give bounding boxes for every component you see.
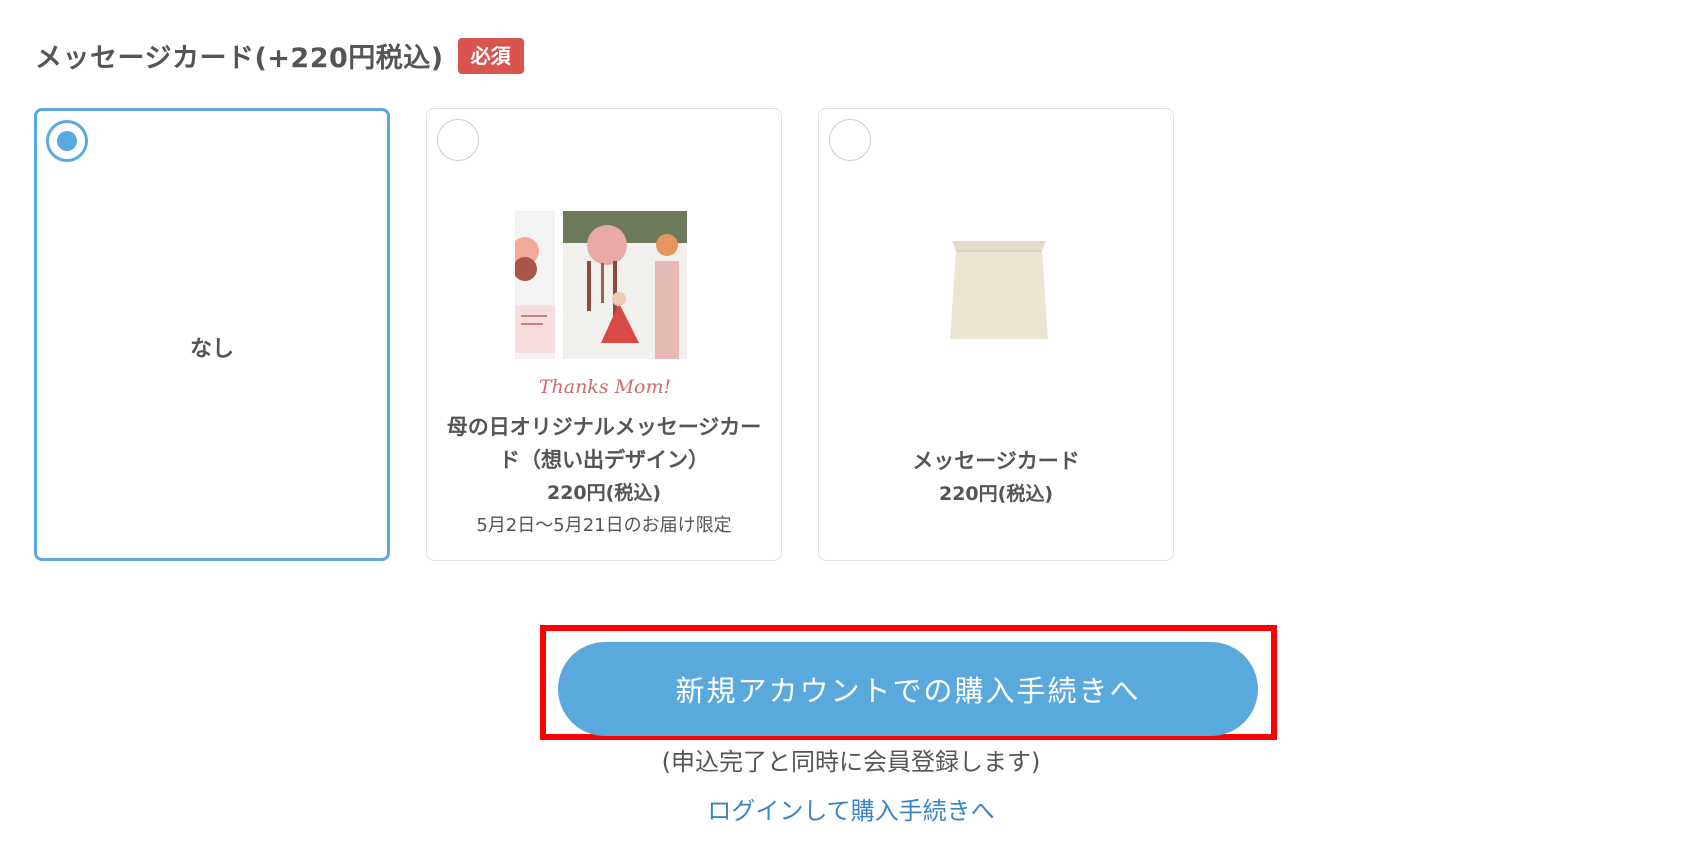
section-title: メッセージカード(+220円税込) <box>35 43 444 74</box>
signup-note: (申込完了と同時に会員登録します) <box>661 748 1041 776</box>
radio-message-card[interactable] <box>829 119 871 161</box>
new-account-purchase-button[interactable]: 新規アカウントでの購入手続きへ <box>558 642 1258 736</box>
option-body-mothers-day: 母の日オリジナルメッセージカー ド（想い出デザイン） 220円(税込) 5月2日… <box>427 411 781 543</box>
login-purchase-link-row: ログインして購入手続きへ <box>0 791 1702 826</box>
option-card-message-card[interactable]: メッセージカード 220円(税込) <box>818 108 1174 561</box>
option-name-line1: 母の日オリジナルメッセージカー <box>446 415 762 439</box>
required-badge: 必須 <box>457 37 524 74</box>
option-body-message-card: メッセージカード 220円(税込) <box>819 445 1173 510</box>
option-price: 220円(税込) <box>938 483 1054 505</box>
radio-selected-dot <box>57 131 77 151</box>
option-name: メッセージカード <box>912 449 1080 473</box>
option-name-line2: ド（想い出デザイン） <box>499 448 709 472</box>
option-price: 220円(税込) <box>546 482 662 504</box>
mothers-day-card-image: Thanks Mom! <box>515 203 695 403</box>
card-image-caption: Thanks Mom! <box>539 376 671 398</box>
option-card-mothers-day[interactable]: Thanks Mom! 母の日オリジナルメッセージカー ド（想い出デザイン） 2… <box>426 108 782 561</box>
section-heading: メッセージカード(+220円税込) 必須 <box>35 36 524 75</box>
message-card-image <box>950 241 1048 339</box>
option-delivery-note: 5月2日〜5月21日のお届け限定 <box>476 515 732 536</box>
option-label-none: なし <box>189 337 234 362</box>
radio-none[interactable] <box>46 120 88 162</box>
option-card-none[interactable]: なし <box>34 108 390 561</box>
login-purchase-link[interactable]: ログインして購入手続きへ <box>707 797 994 825</box>
radio-mothers-day[interactable] <box>437 119 479 161</box>
